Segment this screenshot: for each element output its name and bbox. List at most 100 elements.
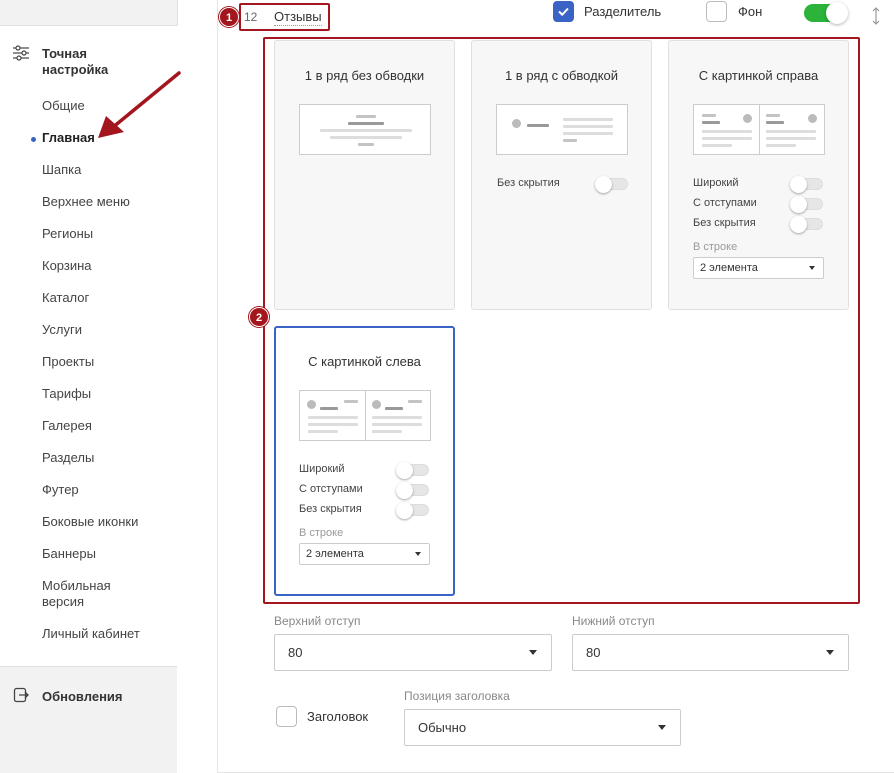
template-card-title: С картинкой слева (308, 354, 421, 369)
heading-position-select[interactable]: Обычно (404, 709, 681, 746)
top-margin-label: Верхний отступ (274, 614, 361, 628)
preview-line (766, 121, 784, 124)
option-no-hide-toggle[interactable] (595, 176, 628, 193)
bottom-margin-value: 80 (586, 645, 601, 660)
sidebar-item-services[interactable]: Услуги (42, 322, 82, 338)
chevron-down-icon (658, 725, 666, 730)
template-card-2[interactable]: 1 в ряд с обводкой Без скрытия (471, 40, 652, 310)
heading-checkbox[interactable] (276, 706, 297, 727)
preview-line (320, 407, 338, 410)
preview-avatar (372, 400, 381, 409)
checkmark-icon (558, 7, 569, 17)
option-no-hide-label: Без скрытия (497, 177, 560, 189)
preview-line (563, 118, 613, 121)
sidebar-item-header[interactable]: Шапка (42, 162, 81, 178)
preview-line (408, 400, 422, 403)
sidebar-top-divider (177, 0, 178, 26)
sidebar-item-tariffs[interactable]: Тарифы (42, 386, 91, 402)
toggle-knob (396, 502, 413, 519)
preview-line (702, 121, 720, 124)
sidebar-item-projects[interactable]: Проекты (42, 354, 94, 370)
preview-line (702, 130, 752, 133)
sidebar-item-footer[interactable]: Футер (42, 482, 79, 498)
preview-line (308, 430, 338, 433)
per-row-label: В строке (299, 527, 344, 539)
preview-line (356, 115, 376, 118)
annotation-badge-2: 2 (249, 307, 269, 327)
option-padded-toggle[interactable] (790, 196, 823, 213)
annotation-arrow-icon (98, 71, 181, 138)
option-wide-toggle[interactable] (790, 176, 823, 193)
option-no-hide-label: Без скрытия (299, 503, 362, 515)
sidebar-item-main[interactable]: Главная (42, 130, 95, 146)
toggle-knob (790, 196, 807, 213)
preview-line (702, 114, 716, 117)
option-no-hide-toggle[interactable] (790, 216, 823, 233)
preview-avatar (307, 400, 316, 409)
updates-link[interactable]: Обновления (42, 689, 123, 704)
sidebar-item-regions[interactable]: Регионы (42, 226, 93, 242)
sidebar-item-side-icons[interactable]: Боковые иконки (42, 514, 138, 530)
option-padded-toggle[interactable] (396, 482, 429, 499)
block-enabled-toggle[interactable] (804, 2, 848, 24)
sidebar-item-general[interactable]: Общие (42, 98, 85, 114)
preview-line (702, 137, 752, 140)
block-number: 12 (244, 10, 258, 24)
preview-line (766, 114, 780, 117)
background-label: Фон (738, 4, 763, 19)
sliders-icon (13, 45, 29, 61)
heading-position-label: Позиция заголовка (404, 689, 510, 703)
template-preview (299, 390, 431, 441)
sidebar-item-cart[interactable]: Корзина (42, 258, 92, 274)
updates-block (0, 666, 177, 773)
option-wide-label: Широкий (693, 177, 739, 189)
option-wide-toggle[interactable] (396, 462, 429, 479)
toggle-knob (790, 216, 807, 233)
option-padded-label: С отступами (299, 483, 363, 495)
bottom-margin-select[interactable]: 80 (572, 634, 849, 671)
chevron-down-icon (529, 650, 537, 655)
active-indicator-dot (31, 137, 36, 142)
top-margin-value: 80 (288, 645, 303, 660)
heading-label: Заголовок (307, 709, 369, 724)
sidebar-item-top-menu[interactable]: Верхнее меню (42, 194, 130, 210)
divider-checkbox[interactable] (553, 1, 574, 22)
preview-line (372, 416, 422, 419)
template-card-3[interactable]: С картинкой справа Широкий С отступами Б… (668, 40, 849, 310)
sidebar-item-catalog[interactable]: Каталог (42, 290, 89, 306)
per-row-select[interactable]: 2 элемента (299, 543, 430, 565)
top-margin-select[interactable]: 80 (274, 634, 552, 671)
option-wide-label: Широкий (299, 463, 345, 475)
template-card-title: 1 в ряд с обводкой (504, 68, 619, 83)
per-row-value: 2 элемента (306, 548, 364, 560)
sidebar-item-gallery[interactable]: Галерея (42, 418, 92, 434)
option-no-hide-toggle[interactable] (396, 502, 429, 519)
preview-line (372, 423, 422, 426)
heading-position-value: Обычно (418, 720, 467, 735)
sidebar-item-mobile[interactable]: Мобильная версия (42, 578, 132, 610)
block-name-link[interactable]: Отзывы (274, 9, 322, 26)
sidebar-item-sections[interactable]: Разделы (42, 450, 94, 466)
bottom-margin-label: Нижний отступ (572, 614, 655, 628)
sidebar-item-banners[interactable]: Баннеры (42, 546, 96, 562)
preview-line (308, 423, 358, 426)
preview-avatar (512, 119, 521, 128)
background-checkbox[interactable] (706, 1, 727, 22)
preview-avatar (808, 114, 817, 123)
preview-line (563, 139, 577, 142)
preview-divider (365, 391, 366, 440)
option-padded-label: С отступами (693, 197, 757, 209)
per-row-select[interactable]: 2 элемента (693, 257, 824, 279)
preview-line (766, 130, 816, 133)
template-card-4[interactable]: С картинкой слева Широкий С отступами Бе… (274, 326, 455, 596)
toggle-knob (790, 176, 807, 193)
preview-line (563, 132, 613, 135)
template-card-1[interactable]: 1 в ряд без обводки (274, 40, 455, 310)
preview-line (308, 416, 358, 419)
chevron-down-icon (826, 650, 834, 655)
chevron-down-icon (809, 266, 815, 270)
preview-line (320, 129, 412, 132)
sidebar-item-account[interactable]: Личный кабинет (42, 626, 140, 642)
template-preview (496, 104, 628, 155)
vertical-resize-icon[interactable] (871, 6, 881, 26)
